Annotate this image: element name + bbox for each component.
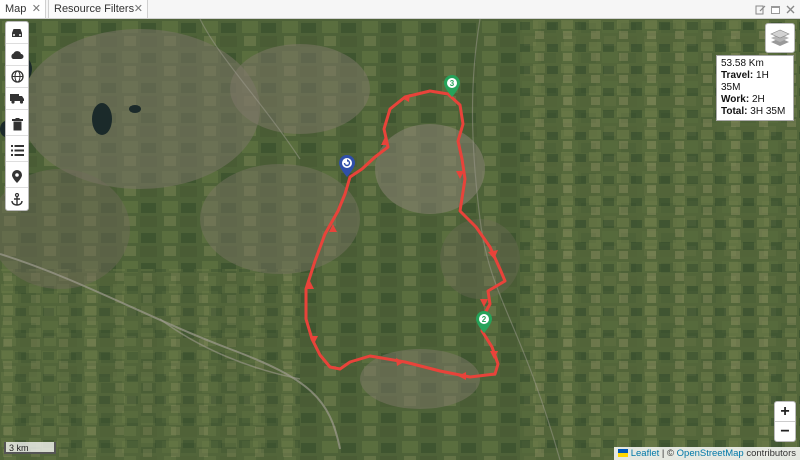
start-marker[interactable]	[339, 155, 355, 182]
map-pin-icon: 2	[476, 311, 492, 333]
delete-button[interactable]	[6, 114, 28, 136]
zoom-control: + −	[774, 401, 796, 442]
vehicle-button[interactable]	[6, 22, 28, 44]
anchor-button[interactable]	[6, 188, 28, 210]
calendar-icon[interactable]	[770, 2, 781, 14]
weather-button[interactable]	[6, 44, 28, 66]
route-stop-marker-2[interactable]: 2	[476, 311, 492, 338]
map-view[interactable]: 3 2 53.58 Km Travel: 1H 35M Work: 2H Tot…	[0, 19, 800, 460]
route-distance: 53.58 Km	[721, 58, 764, 69]
window-controls	[755, 2, 796, 16]
scale-bar: 3 km	[4, 442, 56, 454]
map-attribution: Leaflet | © OpenStreetMap contributors	[614, 447, 800, 460]
tab-bar: Map ✕ Resource Filters ✕	[0, 0, 800, 19]
trash-icon	[11, 118, 23, 131]
tab-map-label: Map	[5, 3, 27, 15]
work-label: Work:	[721, 94, 750, 105]
location-pin-icon	[12, 170, 22, 183]
start-pin-icon	[339, 155, 355, 177]
satellite-imagery	[0, 19, 800, 460]
layers-icon	[770, 29, 790, 46]
globe-button[interactable]	[6, 66, 28, 88]
work-time-row: Work: 2H	[721, 94, 789, 106]
close-icon[interactable]	[785, 2, 796, 14]
tab-map[interactable]: Map ✕	[0, 0, 46, 18]
list-button[interactable]	[6, 140, 28, 162]
map-toolbar	[5, 21, 29, 211]
total-time-row: Total: 3H 35M	[721, 106, 789, 118]
anchor-icon	[11, 192, 23, 206]
route-stop-3-label: 3	[450, 79, 455, 88]
location-button[interactable]	[6, 166, 28, 188]
travel-time-row: Travel: 1H 35M	[721, 70, 789, 94]
zoom-in-button[interactable]: +	[775, 402, 795, 422]
truck-icon	[9, 94, 24, 104]
list-icon	[10, 145, 24, 156]
map-pin-icon: 3	[444, 75, 460, 97]
zoom-out-button[interactable]: −	[775, 422, 795, 441]
cloud-icon	[11, 50, 24, 59]
work-value: 2H	[751, 94, 765, 105]
edit-icon[interactable]	[755, 2, 766, 15]
tab-resource-filters[interactable]: Resource Filters ✕	[48, 0, 148, 18]
layers-button[interactable]	[765, 23, 795, 53]
travel-label: Travel:	[721, 70, 754, 81]
openstreetmap-link[interactable]: OpenStreetMap	[677, 448, 744, 459]
total-label: Total:	[721, 106, 748, 117]
total-value: 3H 35M	[750, 106, 786, 117]
ukraine-flag-icon	[618, 449, 629, 457]
attribution-contributors: contributors	[743, 448, 796, 459]
route-summary-box: 53.58 Km Travel: 1H 35M Work: 2H Total: …	[716, 55, 794, 121]
route-stop-2-label: 2	[482, 315, 487, 324]
tab-resource-filters-close-icon[interactable]: ✕	[134, 0, 143, 18]
route-stop-marker-3[interactable]: 3	[444, 75, 460, 102]
globe-icon	[10, 70, 24, 83]
tab-map-close-icon[interactable]: ✕	[32, 0, 41, 18]
truck-button[interactable]	[6, 88, 28, 110]
leaflet-link[interactable]: Leaflet	[631, 448, 660, 459]
car-icon	[12, 28, 22, 37]
attribution-separator: | ©	[659, 448, 677, 459]
tab-resource-filters-label: Resource Filters	[54, 3, 135, 15]
